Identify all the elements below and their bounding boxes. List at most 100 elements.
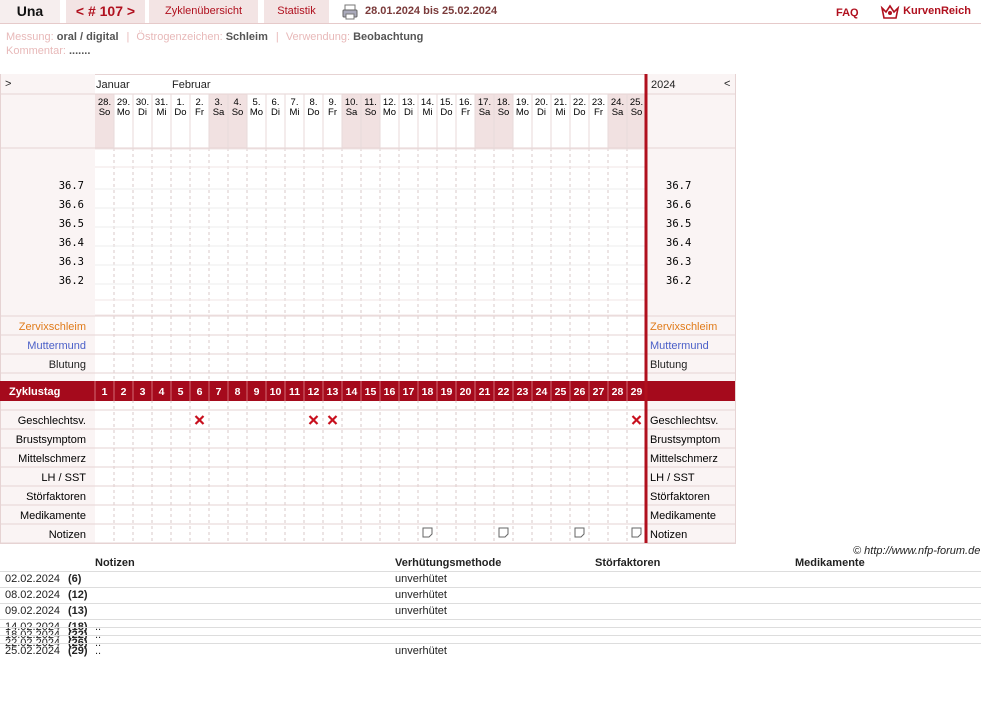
temperature-label-right: 36.5 — [666, 218, 691, 230]
cycle-day-number: 14 — [346, 386, 358, 398]
observation-row-label-right: Geschlechtsv. — [650, 415, 718, 427]
user-name: Una — [0, 0, 60, 23]
cycle-day-number: 11 — [289, 386, 300, 398]
weekday-label: Fr — [328, 107, 337, 118]
weekday-label: So — [631, 107, 643, 118]
cycle-overview-link[interactable]: Zyklenübersicht — [149, 0, 258, 23]
printer-icon[interactable] — [342, 4, 358, 20]
observation-row-label-right: Medikamente — [650, 510, 716, 522]
weekday-label: Do — [440, 107, 452, 118]
estrogen-label: Östrogenzeichen: — [136, 31, 223, 43]
forum-url[interactable]: © http://www.nfp-forum.de — [853, 545, 980, 557]
weekday-label: So — [232, 107, 244, 118]
cycle-day-number: 8 — [235, 386, 241, 398]
weekday-label: Mi — [156, 107, 166, 118]
weekday-label: So — [365, 107, 377, 118]
observation-row-label: Notizen — [49, 529, 86, 541]
cycle-day-number: 23 — [517, 386, 529, 398]
weekday-label: Di — [138, 107, 147, 118]
temperature-label-right: 36.3 — [666, 256, 691, 268]
weekday-label: So — [99, 107, 111, 118]
weekday-label: Mi — [289, 107, 299, 118]
weekday-label: Mi — [422, 107, 432, 118]
temperature-label-left: 36.6 — [59, 199, 84, 211]
cycle-day-number: 4 — [159, 386, 165, 398]
weekday-label: So — [498, 107, 510, 118]
faq-link[interactable]: FAQ — [836, 2, 859, 25]
cycle-chart: > Januar Februar 2024 <28.So29.Mo30.Di31.Mi1… — [0, 74, 736, 544]
note-contraception-method: unverhütet — [395, 645, 447, 657]
statistics-link[interactable]: Statistik — [264, 0, 329, 23]
weekday-label: Do — [174, 107, 186, 118]
cycle-day-number: 10 — [270, 386, 282, 398]
observation-row-label: Zervixschleim — [19, 321, 86, 333]
weekday-label: Fr — [594, 107, 603, 118]
note-icon[interactable] — [422, 527, 433, 538]
note-cycle-day: (29) — [68, 645, 88, 657]
temperature-label-left: 36.7 — [59, 180, 84, 192]
note-icon[interactable] — [574, 527, 585, 538]
kurvenreich-logo[interactable]: KurvenReich — [880, 0, 971, 23]
notes-table-row: 09.02.2024 (13) unverhütet — [0, 603, 981, 617]
month-label: Januar — [96, 79, 130, 91]
next-cycle-arrow[interactable]: < — [724, 78, 730, 90]
cycle-day-number: 2 — [121, 386, 127, 398]
notes-table-row: 25.02.2024 (29).. unverhütet — [0, 643, 981, 657]
weekday-label: Mo — [383, 107, 396, 118]
temperature-label-left: 36.4 — [59, 237, 84, 249]
temperature-label-right: 36.2 — [666, 275, 691, 287]
weekday-label: Fr — [195, 107, 204, 118]
weekday-label: Sa — [479, 107, 491, 118]
prev-cycle-arrow[interactable]: > — [5, 78, 11, 90]
cycle-day-number: 16 — [384, 386, 396, 398]
cycle-day-number: 22 — [498, 386, 510, 398]
temperature-label-left: 36.2 — [59, 275, 84, 287]
usage-value: Beobachtung — [353, 31, 424, 43]
note-icon[interactable] — [498, 527, 509, 538]
cycle-day-number: 29 — [631, 386, 643, 398]
temperature-label-left: 36.5 — [59, 218, 84, 230]
observation-row-label: Mittelschmerz — [18, 453, 86, 465]
year-label: 2024 — [651, 79, 675, 91]
weekday-label: Di — [271, 107, 280, 118]
note-cycle-day: (6) — [68, 573, 82, 585]
cycle-day-number: 17 — [403, 386, 415, 398]
note-contraception-method: unverhütet — [395, 605, 447, 617]
note-icon[interactable] — [631, 527, 642, 538]
weekday-label: Di — [537, 107, 546, 118]
weekday-label: Sa — [612, 107, 624, 118]
weekday-label: Do — [307, 107, 319, 118]
observation-row-label: Muttermund — [27, 340, 86, 352]
logo-crown-icon — [880, 4, 900, 19]
temperature-label-right: 36.6 — [666, 199, 691, 211]
cycle-metadata: Messung: oral / digital | Östrogenzeichen… — [6, 31, 424, 57]
disturbance-header: Störfaktoren — [595, 557, 661, 569]
observation-row-label-right: Blutung — [650, 359, 687, 371]
observation-row-label-right: LH / SST — [650, 472, 695, 484]
cycle-day-number: 27 — [593, 386, 605, 398]
date-range: 28.01.2024 bis 25.02.2024 — [365, 5, 498, 17]
weekday-label: Di — [404, 107, 413, 118]
notes-header: Notizen — [95, 557, 135, 569]
cycle-day-number: 13 — [327, 386, 339, 398]
cycle-day-number: 9 — [254, 386, 260, 398]
weekday-label: Do — [573, 107, 585, 118]
cycle-day-number: 18 — [422, 386, 434, 398]
weekday-label: Mi — [555, 107, 565, 118]
cycle-navigator[interactable]: < # 107 > — [66, 0, 145, 23]
month-label: Februar — [172, 79, 211, 91]
cycle-day-number: 21 — [479, 386, 491, 398]
notes-table-row: 02.02.2024 (6) unverhütet — [0, 571, 981, 585]
weekday-label: Sa — [213, 107, 225, 118]
notes-table-row: 08.02.2024 (12) unverhütet — [0, 587, 981, 601]
observation-row-label-right: Muttermund — [650, 340, 709, 352]
note-cycle-day: (13) — [68, 605, 88, 617]
temperature-label-right: 36.7 — [666, 180, 691, 192]
cycle-day-number: 15 — [365, 386, 377, 398]
medication-header: Medikamente — [795, 557, 865, 569]
cycle-day-number: 3 — [140, 386, 146, 398]
weekday-label: Sa — [346, 107, 358, 118]
cycle-day-number: 1 — [102, 386, 108, 398]
measurement-label: Messung: — [6, 31, 54, 43]
weekday-label: Fr — [461, 107, 470, 118]
